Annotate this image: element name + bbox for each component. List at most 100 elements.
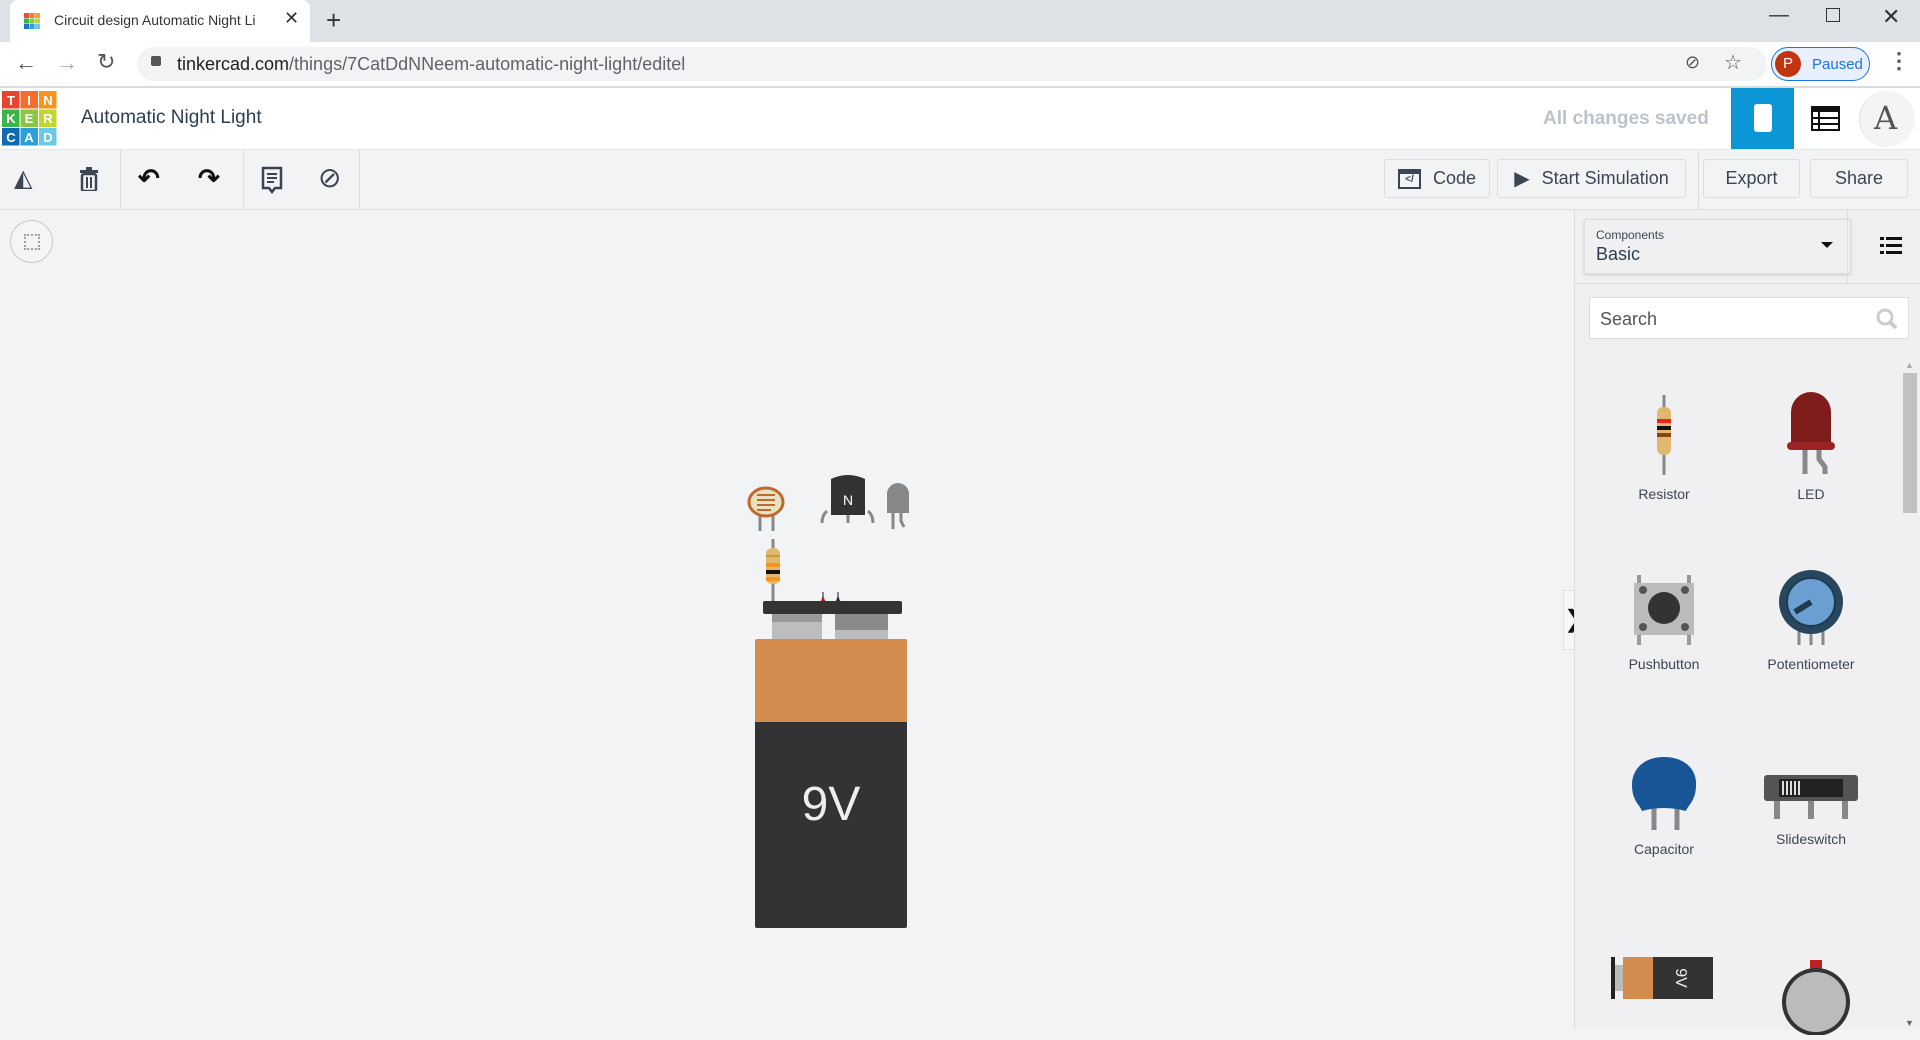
svg-text:R: R — [43, 111, 53, 126]
scroll-down-icon[interactable]: ▼ — [1905, 1018, 1914, 1028]
circuit-view-button[interactable] — [1731, 88, 1794, 149]
component-capacitor[interactable]: Capacitor — [1589, 755, 1739, 857]
battery-snap — [763, 601, 902, 614]
component-9v-battery[interactable]: 9V — [1603, 955, 1718, 1020]
battery-label: 9V — [755, 722, 907, 928]
scrollbar[interactable]: ▲ ▼ — [1901, 360, 1918, 1030]
pushbutton-icon — [1633, 575, 1695, 645]
list-view-icon[interactable] — [1880, 237, 1902, 254]
lock-icon — [151, 56, 161, 66]
table-icon — [1811, 106, 1840, 131]
led-off[interactable] — [887, 483, 909, 529]
npn-transistor[interactable]: N — [822, 475, 873, 523]
component-pushbutton[interactable]: Pushbutton — [1589, 575, 1739, 672]
resistor[interactable] — [766, 539, 780, 601]
svg-text:K: K — [6, 111, 16, 126]
capacitor-icon — [1629, 755, 1699, 830]
transistor-label: N — [843, 492, 853, 508]
design-title[interactable]: Automatic Night Light — [81, 107, 262, 129]
tinkercad-logo[interactable]: T I N K E R C A D — [2, 91, 57, 146]
led-icon — [1781, 390, 1841, 475]
component-label: Slideswitch — [1736, 831, 1886, 847]
dropdown-label: Components — [1596, 228, 1664, 242]
browser-address-bar: ← → ↻ tinkercad.com/things/7CatDdNNeem-a… — [0, 42, 1920, 88]
tab-close-icon[interactable]: ✕ — [284, 8, 299, 29]
start-simulation-button[interactable]: ▶ Start Simulation — [1497, 159, 1686, 198]
redo-icon[interactable]: ↷ — [198, 163, 220, 194]
avatar-icon: A — [1874, 99, 1897, 137]
zoom-to-fit-button[interactable] — [10, 220, 53, 263]
component-label: LED — [1736, 486, 1886, 502]
component-led[interactable]: LED — [1736, 390, 1886, 502]
component-resistor[interactable]: Resistor — [1589, 395, 1739, 502]
window-close-icon[interactable]: ✕ — [1882, 4, 1900, 30]
search-input[interactable]: Search — [1589, 297, 1909, 339]
components-dropdown[interactable]: Components Basic — [1584, 219, 1851, 274]
fit-icon — [24, 234, 40, 250]
profile-status: Paused — [1812, 56, 1863, 73]
svg-text:9V: 9V — [1672, 968, 1689, 988]
component-list-view-button[interactable] — [1794, 88, 1857, 149]
component-slideswitch[interactable]: Slideswitch — [1736, 775, 1886, 847]
battery-terminal-positive — [835, 614, 888, 639]
tracking-blocked-icon[interactable]: ⊘ — [1685, 52, 1700, 73]
export-button[interactable]: Export — [1703, 159, 1800, 198]
search-icon[interactable] — [1876, 308, 1898, 330]
svg-text:C: C — [6, 130, 16, 145]
bookmark-star-icon[interactable]: ☆ — [1724, 50, 1742, 75]
code-button[interactable]: </ Code — [1384, 159, 1490, 198]
scroll-up-icon[interactable]: ▲ — [1905, 360, 1914, 370]
browser-tab[interactable]: Circuit design Automatic Night Li ✕ — [10, 0, 310, 42]
forward-icon[interactable]: → — [56, 50, 78, 76]
svg-text:N: N — [43, 93, 52, 108]
photoresistor[interactable] — [749, 488, 783, 531]
svg-text:D: D — [43, 130, 52, 145]
undo-icon[interactable]: ↶ — [138, 163, 160, 194]
code-icon: </ — [1398, 169, 1421, 189]
svg-text:T: T — [7, 93, 15, 108]
battery-terminal-negative — [772, 614, 822, 639]
search-placeholder: Search — [1600, 309, 1657, 330]
circuit-view-icon — [1754, 104, 1772, 132]
svg-text:I: I — [27, 93, 31, 108]
url-field[interactable]: tinkercad.com/things/7CatDdNNeem-automat… — [137, 47, 1767, 81]
components-panel: Components Basic Search ▲ ▼ Resistor LED… — [1574, 210, 1920, 1030]
component-label: Resistor — [1589, 486, 1739, 502]
minimize-icon[interactable]: — — [1769, 4, 1789, 27]
tinkercad-favicon-icon — [24, 13, 40, 29]
component-potentiometer[interactable]: Potentiometer — [1736, 570, 1886, 672]
back-icon[interactable]: ← — [15, 50, 37, 76]
play-icon: ▶ — [1514, 166, 1529, 191]
browser-tab-bar: Circuit design Automatic Night Li ✕ + — … — [0, 0, 1920, 42]
component-coin-battery[interactable] — [1780, 960, 1852, 1040]
app-header: T I N K E R C A D Automatic Night Light … — [0, 88, 1920, 149]
user-avatar[interactable]: A — [1859, 91, 1915, 147]
reload-icon[interactable]: ↻ — [97, 49, 115, 75]
start-simulation-label: Start Simulation — [1542, 168, 1669, 189]
rotate-icon[interactable]: ◭ — [14, 164, 32, 193]
coin-battery-icon — [1780, 960, 1852, 1035]
url-host: tinkercad.com — [177, 54, 289, 74]
new-tab-icon[interactable]: + — [326, 5, 341, 36]
toolbar: ◭ ↶ ↷ ⊘ </ Code ▶ Start Simulation Expor… — [0, 150, 1920, 210]
battery-9v[interactable]: 9V — [755, 639, 907, 928]
circuit-canvas[interactable]: N 9V — [0, 211, 1574, 1030]
resistor-icon — [1649, 395, 1679, 475]
restore-icon[interactable] — [1826, 8, 1840, 22]
component-label: Potentiometer — [1736, 656, 1886, 672]
slideswitch-icon — [1764, 775, 1859, 820]
svg-text:E: E — [25, 111, 34, 126]
component-label: Pushbutton — [1589, 656, 1739, 672]
component-label: Capacitor — [1589, 841, 1739, 857]
share-button[interactable]: Share — [1810, 159, 1908, 198]
9v-battery-icon: 9V — [1603, 955, 1718, 1015]
scrollbar-thumb[interactable] — [1903, 373, 1917, 513]
url-path: /things/7CatDdNNeem-automatic-night-ligh… — [289, 54, 685, 74]
browser-menu-icon[interactable]: ⋮ — [1888, 48, 1910, 74]
notes-icon[interactable] — [261, 166, 283, 194]
delete-trash-icon[interactable] — [80, 167, 98, 191]
code-label: Code — [1433, 168, 1476, 189]
profile-button[interactable]: P Paused — [1771, 47, 1870, 81]
hide-notes-icon[interactable]: ⊘ — [318, 161, 341, 194]
profile-avatar: P — [1775, 51, 1801, 77]
